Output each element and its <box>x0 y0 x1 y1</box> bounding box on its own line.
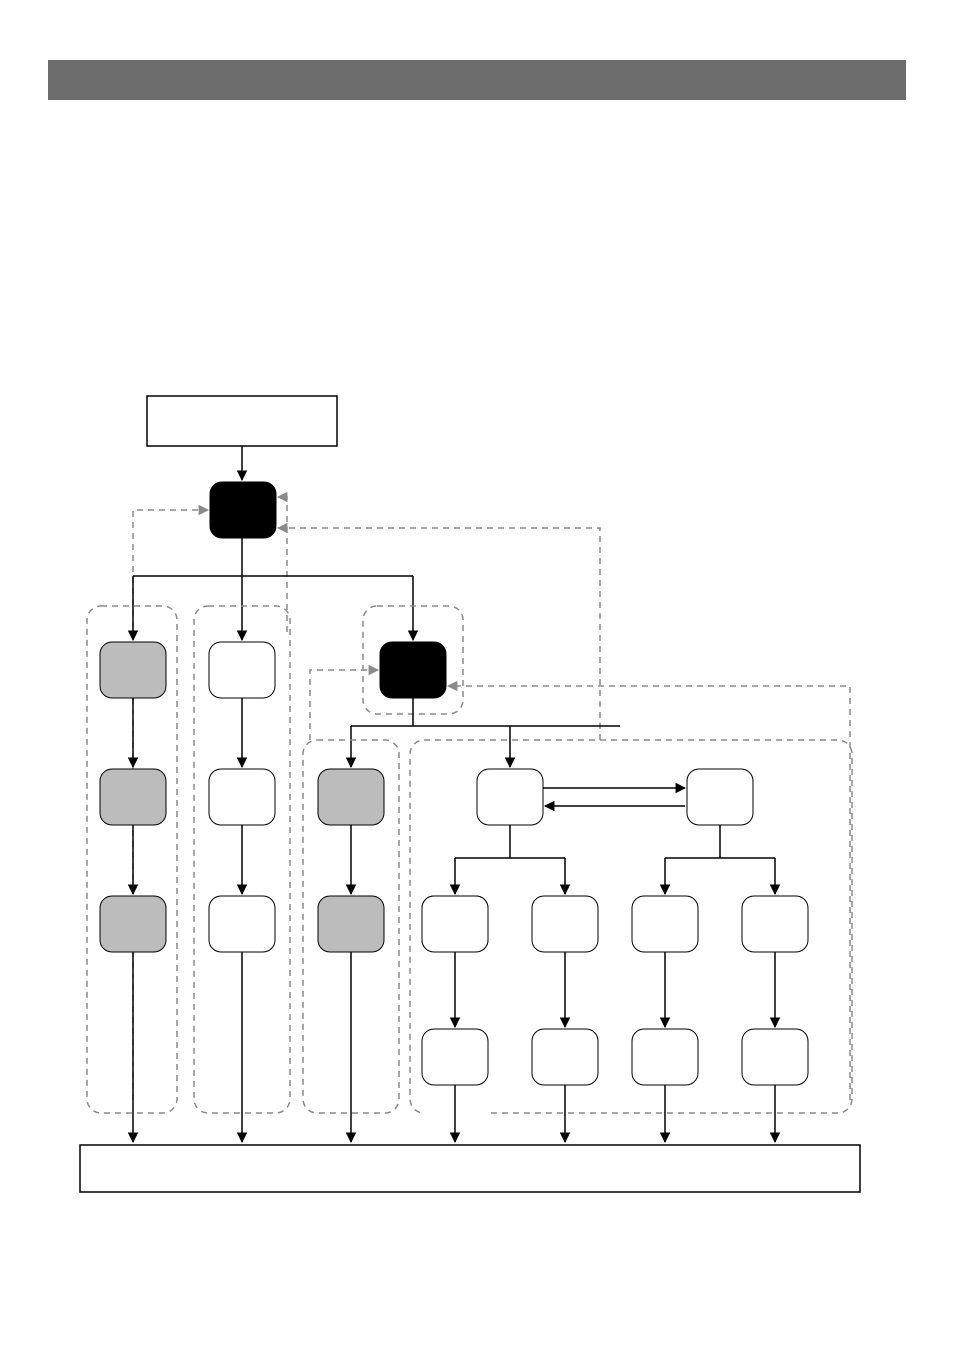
flow-diagram <box>0 0 954 1351</box>
feedback-c-to-mid <box>310 670 378 740</box>
selector-top-label <box>210 482 276 488</box>
feedback-cd <box>278 528 600 740</box>
feedback-b <box>278 497 287 632</box>
bottom-bar-label <box>80 1145 860 1155</box>
top-box-label <box>147 396 337 405</box>
